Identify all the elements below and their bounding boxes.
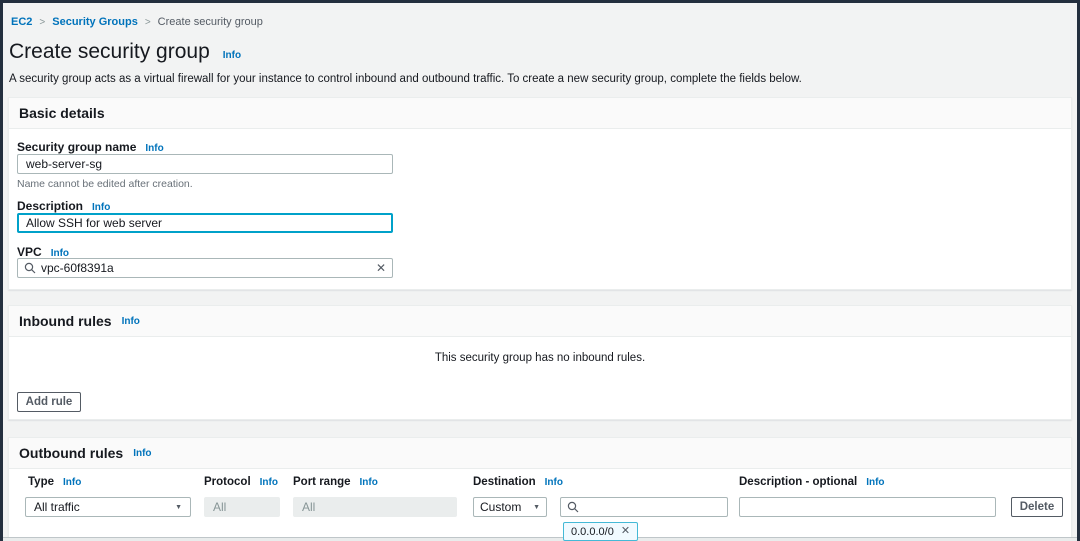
vpc-input[interactable] <box>41 261 371 275</box>
breadcrumb-security-groups-link[interactable]: Security Groups <box>52 16 138 28</box>
vpc-clear-icon[interactable]: ✕ <box>376 262 386 274</box>
outbound-rules-card: Outbound rules Info Type Info Protocol I… <box>8 437 1072 541</box>
console-top-bar <box>0 0 1080 3</box>
security-group-name-input[interactable] <box>17 154 393 174</box>
create-security-group-page: { "colors": { "top_bar": "#232f3e", "lin… <box>0 0 1080 541</box>
page-title-info-link[interactable]: Info <box>223 50 241 61</box>
basic-details-card: Basic details Security group name Info N… <box>8 97 1072 290</box>
basic-details-header: Basic details <box>9 98 1071 129</box>
type-label-text: Type <box>28 476 54 488</box>
inbound-rules-title: Inbound rules <box>19 313 112 329</box>
breadcrumb-current-page: Create security group <box>158 16 263 28</box>
destination-info-link[interactable]: Info <box>545 477 563 488</box>
vpc-label-text: VPC <box>17 245 42 259</box>
destination-select-value: Custom <box>480 500 521 514</box>
delete-rule-button[interactable]: Delete <box>1011 497 1063 517</box>
inbound-rules-info-link[interactable]: Info <box>122 316 140 327</box>
add-rule-button[interactable]: Add rule <box>17 392 81 412</box>
protocol-input <box>204 497 280 517</box>
security-group-name-label-text: Security group name <box>17 140 136 154</box>
description-info-link[interactable]: Info <box>92 202 110 213</box>
description-optional-info-link[interactable]: Info <box>866 477 884 488</box>
type-select[interactable]: All traffic ▼ <box>25 497 191 517</box>
type-select-value: All traffic <box>34 500 80 514</box>
window-bottom-edge <box>0 537 1080 541</box>
outbound-rules-title: Outbound rules <box>19 445 123 461</box>
description-optional-column-label: Description - optional Info <box>739 476 885 488</box>
destination-select[interactable]: Custom ▼ <box>473 497 547 517</box>
description-input[interactable] <box>17 213 393 233</box>
breadcrumb-separator-icon: > <box>39 17 45 28</box>
breadcrumb: EC2 > Security Groups > Create security … <box>11 16 263 28</box>
vpc-label: VPC Info <box>17 245 69 259</box>
inbound-rules-empty-message: This security group has no inbound rules… <box>9 352 1071 364</box>
security-group-name-helper: Name cannot be edited after creation. <box>17 178 193 190</box>
description-optional-label-text: Description - optional <box>739 476 857 488</box>
basic-details-title: Basic details <box>19 105 105 121</box>
chevron-down-icon: ▼ <box>175 504 182 511</box>
destination-search-input[interactable] <box>584 500 721 514</box>
description-label: Description Info <box>17 199 110 213</box>
search-icon <box>567 501 579 513</box>
description-label-text: Description <box>17 199 83 213</box>
port-range-label-text: Port range <box>293 476 351 488</box>
port-range-column-label: Port range Info <box>293 476 378 488</box>
vpc-select-input[interactable]: ✕ <box>17 258 393 278</box>
destination-token-value: 0.0.0.0/0 <box>571 526 614 538</box>
search-icon <box>24 262 36 274</box>
security-group-name-label: Security group name Info <box>17 140 164 154</box>
inbound-rules-header: Inbound rules Info <box>9 306 1071 337</box>
port-range-info-link[interactable]: Info <box>360 477 378 488</box>
outbound-rules-header: Outbound rules Info <box>9 438 1071 469</box>
destination-search-box[interactable] <box>560 497 728 517</box>
breadcrumb-ec2-link[interactable]: EC2 <box>11 16 32 28</box>
destination-token: 0.0.0.0/0 ✕ <box>563 522 638 541</box>
page-subtitle: A security group acts as a virtual firew… <box>9 73 802 85</box>
type-column-label: Type Info <box>28 476 81 488</box>
breadcrumb-separator-icon: > <box>145 17 151 28</box>
type-info-link[interactable]: Info <box>63 477 81 488</box>
page-title: Create security group <box>9 40 210 64</box>
destination-label-text: Destination <box>473 476 536 488</box>
port-range-input <box>293 497 457 517</box>
token-remove-icon[interactable]: ✕ <box>621 526 630 537</box>
protocol-info-link[interactable]: Info <box>260 477 278 488</box>
outbound-rules-info-link[interactable]: Info <box>133 448 151 459</box>
security-group-name-info-link[interactable]: Info <box>145 143 163 154</box>
page-heading: Create security group Info <box>9 40 241 64</box>
inbound-rules-card: Inbound rules Info This security group h… <box>8 305 1072 420</box>
chevron-down-icon: ▼ <box>533 504 540 511</box>
left-edge-panel <box>0 0 3 541</box>
rule-description-input[interactable] <box>739 497 996 517</box>
destination-column-label: Destination Info <box>473 476 563 488</box>
protocol-label-text: Protocol <box>204 476 251 488</box>
protocol-column-label: Protocol Info <box>204 476 278 488</box>
